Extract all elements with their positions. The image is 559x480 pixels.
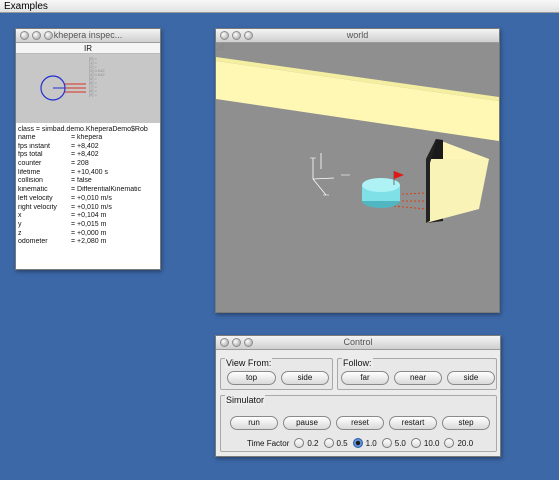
property-key: collision (18, 177, 43, 185)
svg-text:[9] =: [9] = (89, 92, 98, 97)
radio-icon[interactable] (294, 438, 305, 448)
property-row: right velocity = +0,010 m/s (18, 204, 158, 213)
time-factor-value: 1.0 (365, 438, 377, 448)
property-key: name (18, 134, 36, 141)
radio-icon[interactable] (444, 438, 455, 448)
restart-button[interactable]: restart (389, 416, 437, 430)
property-key: lifetime (18, 168, 41, 176)
view-side-button[interactable]: side (281, 371, 329, 385)
time-factor-option[interactable]: 5.0 (381, 438, 406, 448)
inspector-titlebar[interactable]: khepera inspec... (16, 29, 160, 43)
radio-icon[interactable] (352, 438, 363, 448)
property-row: lifetime = +10,400 s (18, 169, 158, 178)
property-value: = +10,400 s (71, 168, 108, 176)
property-key: counter (18, 160, 42, 168)
world-titlebar[interactable]: world (216, 29, 499, 43)
property-value: = +8,402 (71, 142, 99, 150)
property-value: = +2,080 m (71, 238, 107, 246)
property-list: class = simbad.demo.KheperaDemo$Rob name… (16, 123, 160, 249)
control-window: Control View From: top side Follow: far … (215, 335, 501, 457)
ir-sensor-view: [0] = [1] = [2] = [3] 0.042 [4] 0.042 [5] = … (16, 54, 160, 123)
property-key: x (18, 212, 22, 220)
property-value: = khepera (71, 134, 103, 141)
world-window: world (215, 28, 500, 313)
property-value: = +0,104 m (71, 212, 107, 220)
property-value: = +8,402 (71, 151, 99, 159)
property-key: kinematic (18, 186, 48, 194)
follow-group: Follow: far near side (337, 358, 497, 390)
time-factor-value: 10.0 (423, 438, 440, 448)
menu-bar: Examples (0, 0, 559, 13)
property-row: counter = 208 (18, 160, 158, 169)
property-row: kinematic = DifferentialKinematic (18, 186, 158, 195)
time-factor-value: 0.2 (307, 438, 319, 448)
property-row: fps instant = +8,402 (18, 143, 158, 152)
time-factor-option[interactable]: 10.0 (410, 438, 440, 448)
property-row: odometer = +2,080 m (18, 238, 158, 247)
time-factor-option[interactable]: 0.5 (323, 438, 348, 448)
property-value: = 208 (71, 160, 89, 168)
time-factor-value: 0.5 (336, 438, 348, 448)
time-factor-option[interactable]: 0.2 (294, 438, 319, 448)
follow-far-button[interactable]: far (341, 371, 389, 385)
follow-title: Follow: (342, 358, 373, 368)
reset-button[interactable]: reset (336, 416, 384, 430)
time-factor-option[interactable]: 20.0 (444, 438, 473, 448)
step-button[interactable]: step (442, 416, 490, 430)
time-factor-value: 5.0 (394, 438, 406, 448)
world-title: world (346, 30, 369, 40)
property-key: fps instant (18, 142, 50, 150)
property-row: left velocity = +0,010 m/s (18, 195, 158, 204)
property-key: z (18, 229, 22, 237)
property-key: fps total (18, 151, 43, 159)
follow-side-button[interactable]: side (447, 371, 495, 385)
property-value: = +0,010 m/s (71, 194, 112, 202)
view-from-title: View From: (225, 358, 273, 368)
time-factor-row: Time Factor 0.2 0.5 1.0 5.0 10.0 20.0 (247, 437, 478, 449)
run-button[interactable]: run (230, 416, 278, 430)
view-top-button[interactable]: top (227, 371, 276, 385)
radio-icon[interactable] (410, 438, 421, 448)
time-factor-label: Time Factor (247, 438, 290, 448)
property-row: y = +0,015 m (18, 221, 158, 230)
property-key: right velocity (18, 203, 57, 211)
property-value: = false (71, 177, 92, 185)
follow-near-button[interactable]: near (394, 371, 442, 385)
inspector-title: khepera inspec... (53, 30, 123, 40)
time-factor-option[interactable]: 1.0 (352, 438, 377, 448)
property-value: = +0,000 m (71, 229, 107, 237)
property-row: name = khepera (18, 134, 158, 143)
property-value: = +0,010 m/s (71, 203, 112, 211)
property-row: x = +0,104 m (18, 212, 158, 221)
class-line: class = simbad.demo.KheperaDemo$Rob (18, 126, 148, 133)
control-title: Control (343, 337, 373, 347)
sensor-label: IR (16, 43, 160, 54)
property-key: left velocity (18, 194, 53, 202)
simulator-title: Simulator (225, 395, 266, 405)
control-titlebar[interactable]: Control (216, 336, 500, 350)
radio-icon[interactable] (381, 438, 392, 448)
property-row: collision = false (18, 177, 158, 186)
view-from-group: View From: top side (220, 358, 333, 390)
pause-button[interactable]: pause (283, 416, 331, 430)
world-3d-view[interactable] (216, 43, 499, 312)
inspector-window: khepera inspec... IR [0] = [1] = [2] = [3]… (15, 28, 161, 270)
radio-icon[interactable] (323, 438, 334, 448)
menu-examples[interactable]: Examples (4, 1, 48, 12)
property-row: z = +0,000 m (18, 230, 158, 239)
property-value: = +0,015 m (71, 220, 107, 228)
property-key: odometer (18, 238, 48, 246)
property-value: = DifferentialKinematic (71, 186, 142, 194)
property-key: y (18, 220, 22, 228)
time-factor-value: 20.0 (457, 438, 474, 448)
resize-grip-icon[interactable] (216, 43, 224, 51)
property-row: fps total = +8,402 (18, 151, 158, 160)
